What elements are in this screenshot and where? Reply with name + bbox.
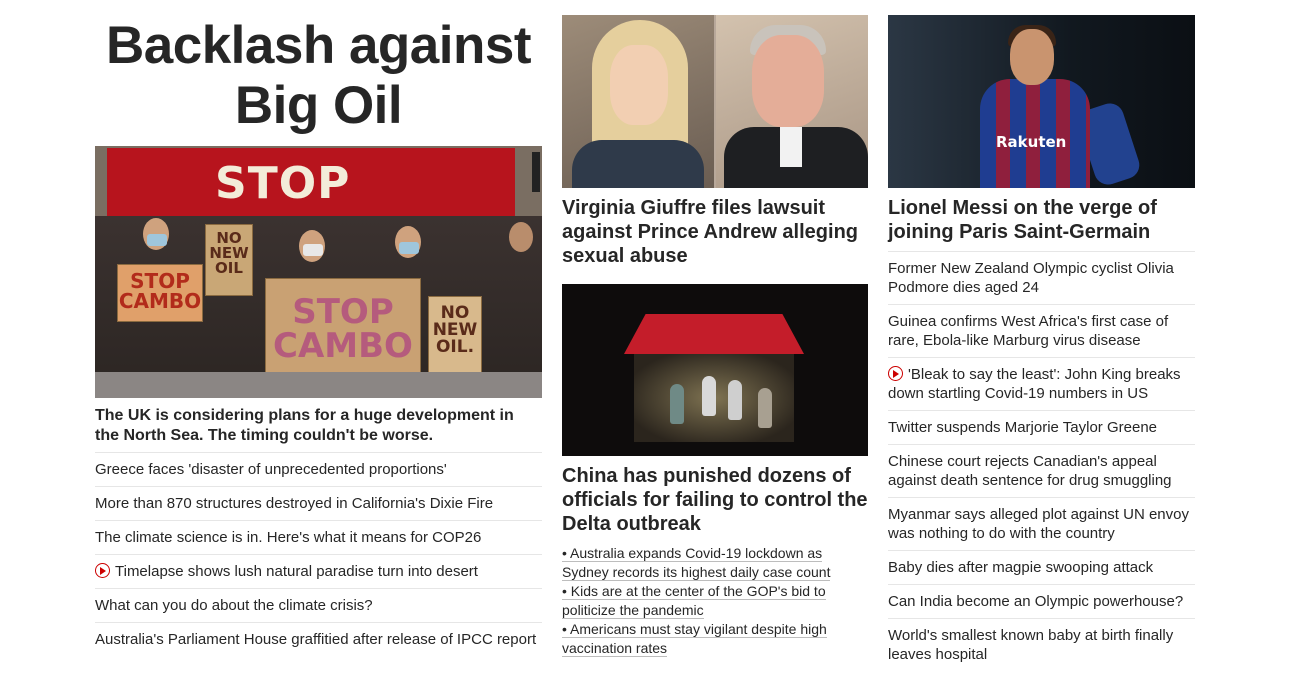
story-image-china-testing[interactable] bbox=[562, 284, 868, 456]
link-text[interactable]: The climate science is in. Here's what i… bbox=[95, 529, 481, 546]
link-text[interactable]: Guinea confirms West Africa's first case… bbox=[888, 313, 1168, 349]
section-title[interactable]: Backlash against Big Oil bbox=[95, 16, 542, 136]
list-item[interactable]: Twitter suspends Marjorie Taylor Greene bbox=[888, 410, 1195, 444]
latest-links-list: Former New Zealand Olympic cyclist Olivi… bbox=[888, 251, 1195, 671]
right-column: Rakuten Lionel Messi on the verge of joi… bbox=[888, 0, 1195, 671]
list-item[interactable]: Timelapse shows lush natural paradise tu… bbox=[95, 554, 542, 588]
list-item[interactable]: Australia's Parliament House graffitied … bbox=[95, 622, 542, 656]
hero-image-protest[interactable]: STOP CAMBO STOP CAMBO NO NEW OIL STOP CA… bbox=[95, 146, 542, 398]
protest-sign: STOP CAMBO bbox=[117, 264, 203, 322]
protest-sign: NO NEW OIL. bbox=[428, 296, 482, 378]
related-link[interactable]: • Americans must stay vigilant despite h… bbox=[562, 620, 868, 658]
list-item[interactable]: Baby dies after magpie swooping attack bbox=[888, 550, 1195, 584]
list-item[interactable]: Guinea confirms West Africa's first case… bbox=[888, 304, 1195, 357]
photo-credit-strip bbox=[532, 152, 540, 192]
list-item[interactable]: World's smallest known baby at birth fin… bbox=[888, 618, 1195, 671]
list-item[interactable]: What can you do about the climate crisis… bbox=[95, 588, 542, 622]
story-headline[interactable]: Virginia Giuffre files lawsuit against P… bbox=[562, 196, 868, 268]
link-text[interactable]: Chinese court rejects Canadian's appeal … bbox=[888, 453, 1172, 489]
jersey-sponsor-text: Rakuten bbox=[996, 133, 1067, 151]
related-links-list: • Australia expands Covid-19 lockdown as… bbox=[562, 544, 868, 658]
link-text[interactable]: More than 870 structures destroyed in Ca… bbox=[95, 495, 493, 512]
link-text[interactable]: Can India become an Olympic powerhouse? bbox=[888, 593, 1183, 610]
list-item[interactable]: Chinese court rejects Canadian's appeal … bbox=[888, 444, 1195, 497]
protest-sign: NO NEW OIL bbox=[205, 224, 253, 296]
link-text[interactable]: Former New Zealand Olympic cyclist Olivi… bbox=[888, 260, 1174, 296]
list-item[interactable]: Can India become an Olympic powerhouse? bbox=[888, 584, 1195, 618]
link-text[interactable]: Myanmar says alleged plot against UN env… bbox=[888, 506, 1189, 542]
video-play-icon bbox=[95, 563, 110, 578]
list-item[interactable]: 'Bleak to say the least': John King brea… bbox=[888, 357, 1195, 410]
link-text[interactable]: What can you do about the climate crisis… bbox=[95, 597, 373, 614]
list-item[interactable]: The climate science is in. Here's what i… bbox=[95, 520, 542, 554]
link-text[interactable]: Australia's Parliament House graffitied … bbox=[95, 631, 536, 648]
list-item[interactable]: Greece faces 'disaster of unprecedented … bbox=[95, 452, 542, 486]
video-play-icon bbox=[888, 366, 903, 381]
list-item[interactable]: More than 870 structures destroyed in Ca… bbox=[95, 486, 542, 520]
link-text[interactable]: Greece faces 'disaster of unprecedented … bbox=[95, 461, 447, 478]
link-text[interactable]: Baby dies after magpie swooping attack bbox=[888, 559, 1153, 576]
related-link[interactable]: • Kids are at the center of the GOP's bi… bbox=[562, 582, 868, 620]
climate-links-list: Greece faces 'disaster of unprecedented … bbox=[95, 452, 542, 656]
link-text[interactable]: World's smallest known baby at birth fin… bbox=[888, 627, 1173, 663]
related-link[interactable]: • Australia expands Covid-19 lockdown as… bbox=[562, 544, 868, 582]
climate-section: Backlash against Big Oil STOP CAMBO STOP… bbox=[95, 0, 542, 656]
link-text[interactable]: Timelapse shows lush natural paradise tu… bbox=[115, 563, 478, 580]
story-image-giuffre-andrew[interactable] bbox=[562, 15, 868, 188]
link-text[interactable]: Twitter suspends Marjorie Taylor Greene bbox=[888, 419, 1157, 436]
story-headline[interactable]: China has punished dozens of officials f… bbox=[562, 464, 868, 536]
list-item[interactable]: Former New Zealand Olympic cyclist Olivi… bbox=[888, 251, 1195, 304]
story-image-messi[interactable]: Rakuten bbox=[888, 15, 1195, 188]
list-item[interactable]: Myanmar says alleged plot against UN env… bbox=[888, 497, 1195, 550]
link-text[interactable]: 'Bleak to say the least': John King brea… bbox=[888, 366, 1181, 402]
middle-column: Virginia Giuffre files lawsuit against P… bbox=[562, 0, 868, 658]
hero-headline[interactable]: The UK is considering plans for a huge d… bbox=[95, 406, 542, 446]
story-headline[interactable]: Lionel Messi on the verge of joining Par… bbox=[888, 196, 1195, 244]
